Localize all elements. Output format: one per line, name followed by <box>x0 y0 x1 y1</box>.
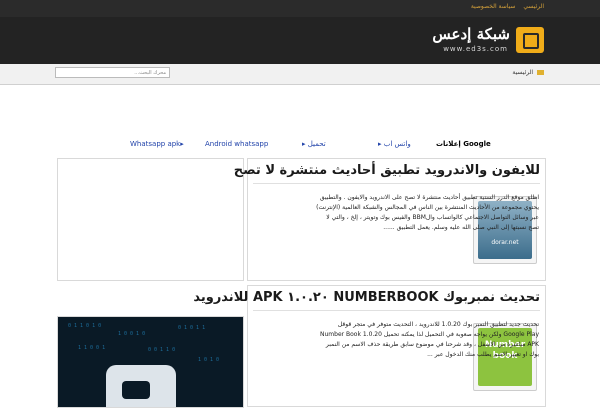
site-logo[interactable]: شبكة إدعس www.ed3s.com <box>424 25 544 57</box>
site-header: شبكة إدعس www.ed3s.com <box>0 17 600 64</box>
logo-cutout <box>122 381 150 399</box>
post-excerpt: تحديث جديد لتطبيق النمبر بوك 1.0.20 للان… <box>320 321 539 358</box>
top-bar: الرئيسي سياسة الخصوصية <box>0 0 600 17</box>
top-link-privacy[interactable]: سياسة الخصوصية <box>471 3 516 10</box>
thumb-label: dorar.net <box>491 239 519 246</box>
post-excerpt: اطلق موقع الدرر السنية تطبيق أحاديث منتش… <box>316 194 539 231</box>
nav-bar: محرك البحث... الرئيسية <box>0 64 600 85</box>
site-url: www.ed3s.com <box>443 45 508 53</box>
logo-box-icon <box>516 27 544 53</box>
sidebar-widget-empty <box>57 158 244 281</box>
post-title[interactable]: تحديث نمبربوك NUMBERBOOK ١.٠.٢٠ APK للان… <box>193 290 540 305</box>
sidebar-banner-image[interactable]: 0 1 1 0 1 0 1 0 0 1 0 0 1 0 1 1 1 1 0 0 … <box>57 316 244 408</box>
top-links: الرئيسي سياسة الخصوصية <box>465 3 544 10</box>
search-input[interactable]: محرك البحث... <box>55 67 170 78</box>
site-title: شبكة إدعس <box>432 25 510 43</box>
post-card: تحديث نمبربوك NUMBERBOOK ١.٠.٢٠ APK للان… <box>193 285 546 407</box>
menu-item-google-ads[interactable]: إعلانات Google <box>436 140 491 148</box>
post-title[interactable]: للايفون والاندرويد تطبيق أحاديث منتشرة ل… <box>234 163 540 178</box>
post-divider <box>253 183 540 184</box>
nav-home[interactable]: الرئيسية <box>512 69 544 76</box>
menu-item-whatsapp[interactable]: ▸ واتس اب <box>378 140 411 148</box>
home-icon <box>537 70 544 75</box>
post-card: للايفون والاندرويد تطبيق أحاديث منتشرة ل… <box>234 158 546 281</box>
top-link-home[interactable]: الرئيسي <box>523 3 544 10</box>
menu-item-android-whatsapp[interactable]: Android whatsapp <box>205 140 268 148</box>
menu-item-whatsapp-apk[interactable]: Whatsapp apk▸ <box>130 140 184 148</box>
menu-item-download[interactable]: ▸ تحميل <box>302 140 326 148</box>
nav-home-label: الرئيسية <box>512 69 534 76</box>
post-divider <box>253 310 540 311</box>
